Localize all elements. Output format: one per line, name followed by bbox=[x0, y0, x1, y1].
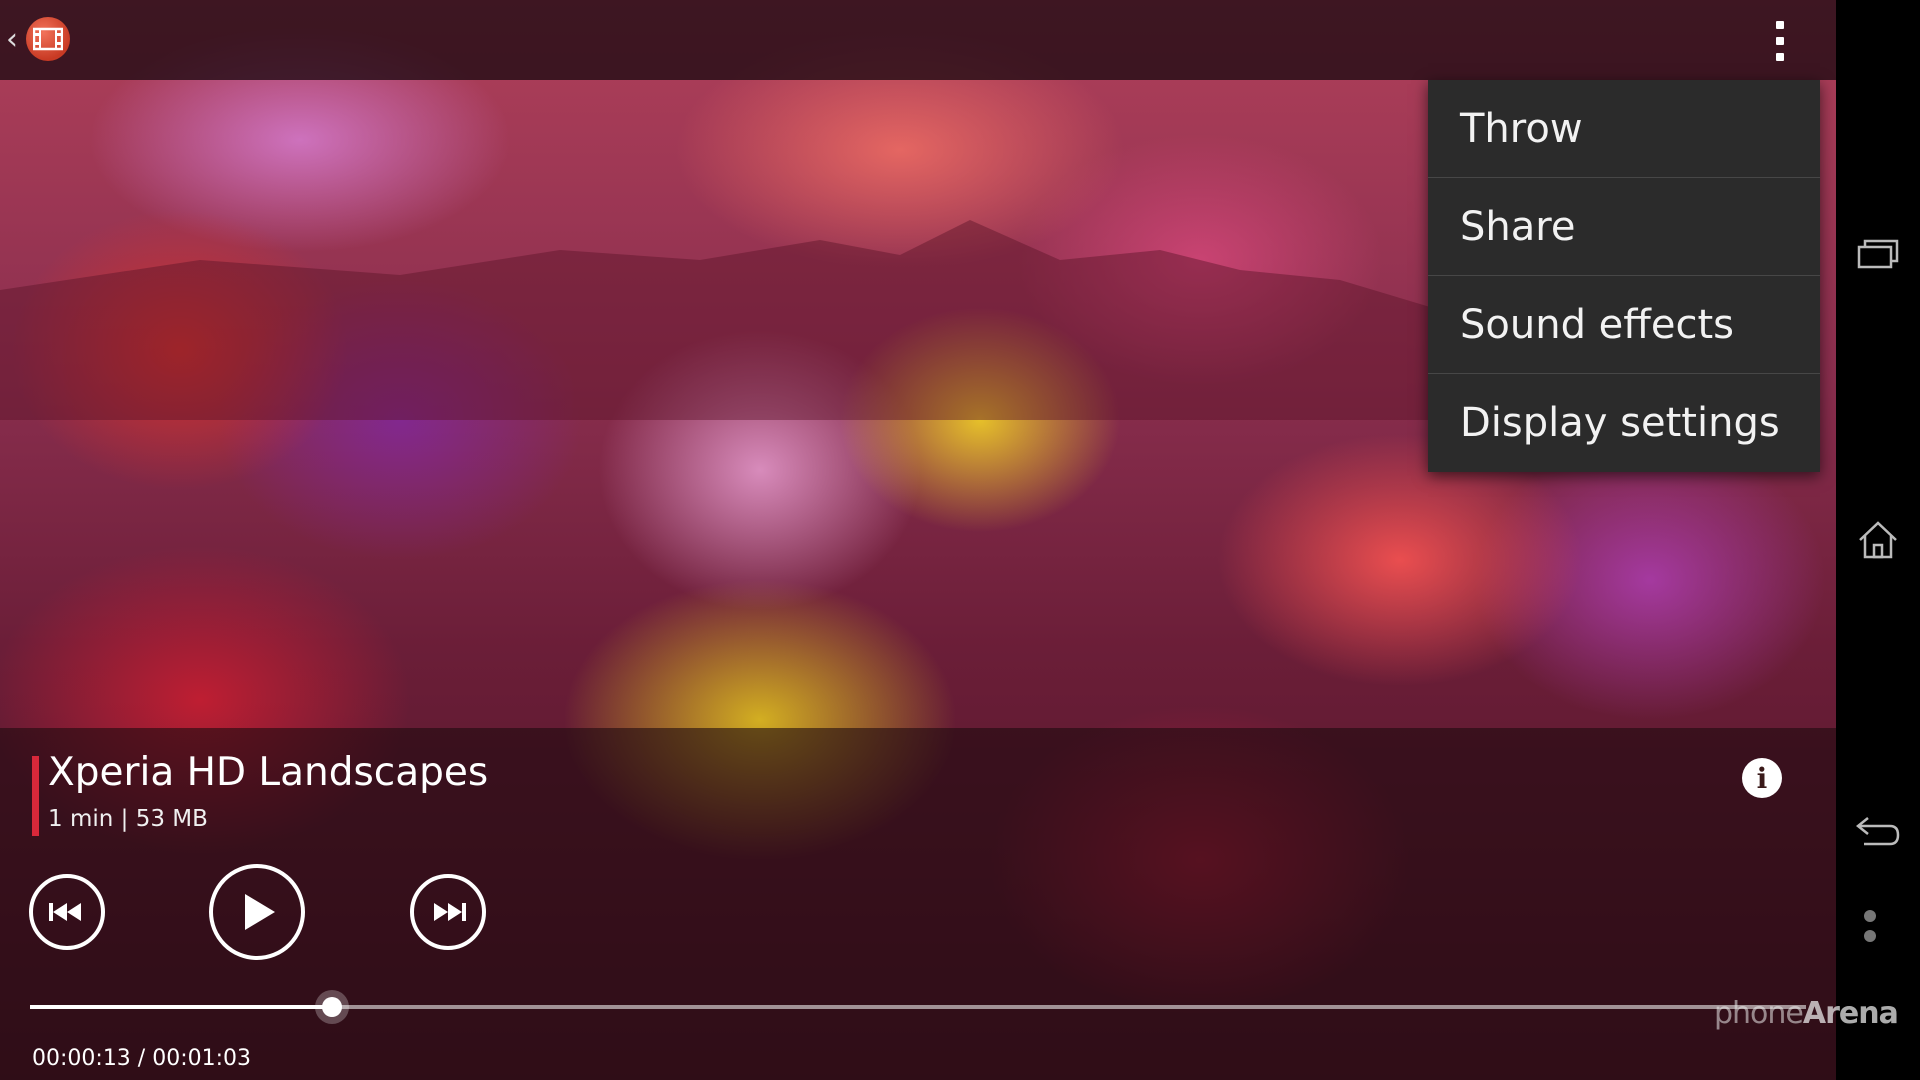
skip-next-icon bbox=[434, 903, 466, 921]
recents-icon[interactable] bbox=[1848, 224, 1908, 284]
next-button[interactable] bbox=[410, 874, 486, 950]
watermark-logo: phoneArena bbox=[1714, 996, 1899, 1031]
home-icon[interactable] bbox=[1848, 510, 1908, 570]
video-meta: 1 min | 53 MB bbox=[48, 806, 208, 832]
skip-previous-icon bbox=[49, 903, 81, 921]
time-readout: 00:00:13 / 00:01:03 bbox=[32, 1046, 252, 1071]
title-accent-bar bbox=[32, 756, 39, 836]
player-controls: Xperia HD Landscapes 1 min | 53 MB i 00:… bbox=[0, 728, 1836, 1080]
menu-item-throw[interactable]: Throw bbox=[1428, 80, 1820, 178]
menu-item-display-settings[interactable]: Display settings bbox=[1428, 374, 1820, 472]
chevron-left-icon[interactable]: ‹ bbox=[6, 22, 18, 58]
menu-item-sound-effects[interactable]: Sound effects bbox=[1428, 276, 1820, 374]
previous-button[interactable] bbox=[29, 874, 105, 950]
top-bar: ‹ bbox=[0, 0, 1836, 80]
seek-handle[interactable] bbox=[314, 990, 349, 1024]
seek-progress bbox=[30, 1005, 332, 1009]
seek-bar[interactable] bbox=[30, 990, 1806, 1024]
more-vertical-icon[interactable] bbox=[1760, 16, 1800, 66]
nav-dots-icon bbox=[1860, 910, 1880, 950]
play-button[interactable] bbox=[209, 864, 305, 960]
video-title: Xperia HD Landscapes bbox=[48, 750, 489, 795]
info-icon[interactable]: i bbox=[1742, 758, 1782, 798]
play-icon bbox=[245, 894, 275, 930]
menu-item-share[interactable]: Share bbox=[1428, 178, 1820, 276]
film-strip-icon[interactable] bbox=[26, 17, 70, 61]
overflow-menu: Throw Share Sound effects Display settin… bbox=[1428, 80, 1820, 472]
back-arrow-icon[interactable] bbox=[1848, 800, 1908, 860]
